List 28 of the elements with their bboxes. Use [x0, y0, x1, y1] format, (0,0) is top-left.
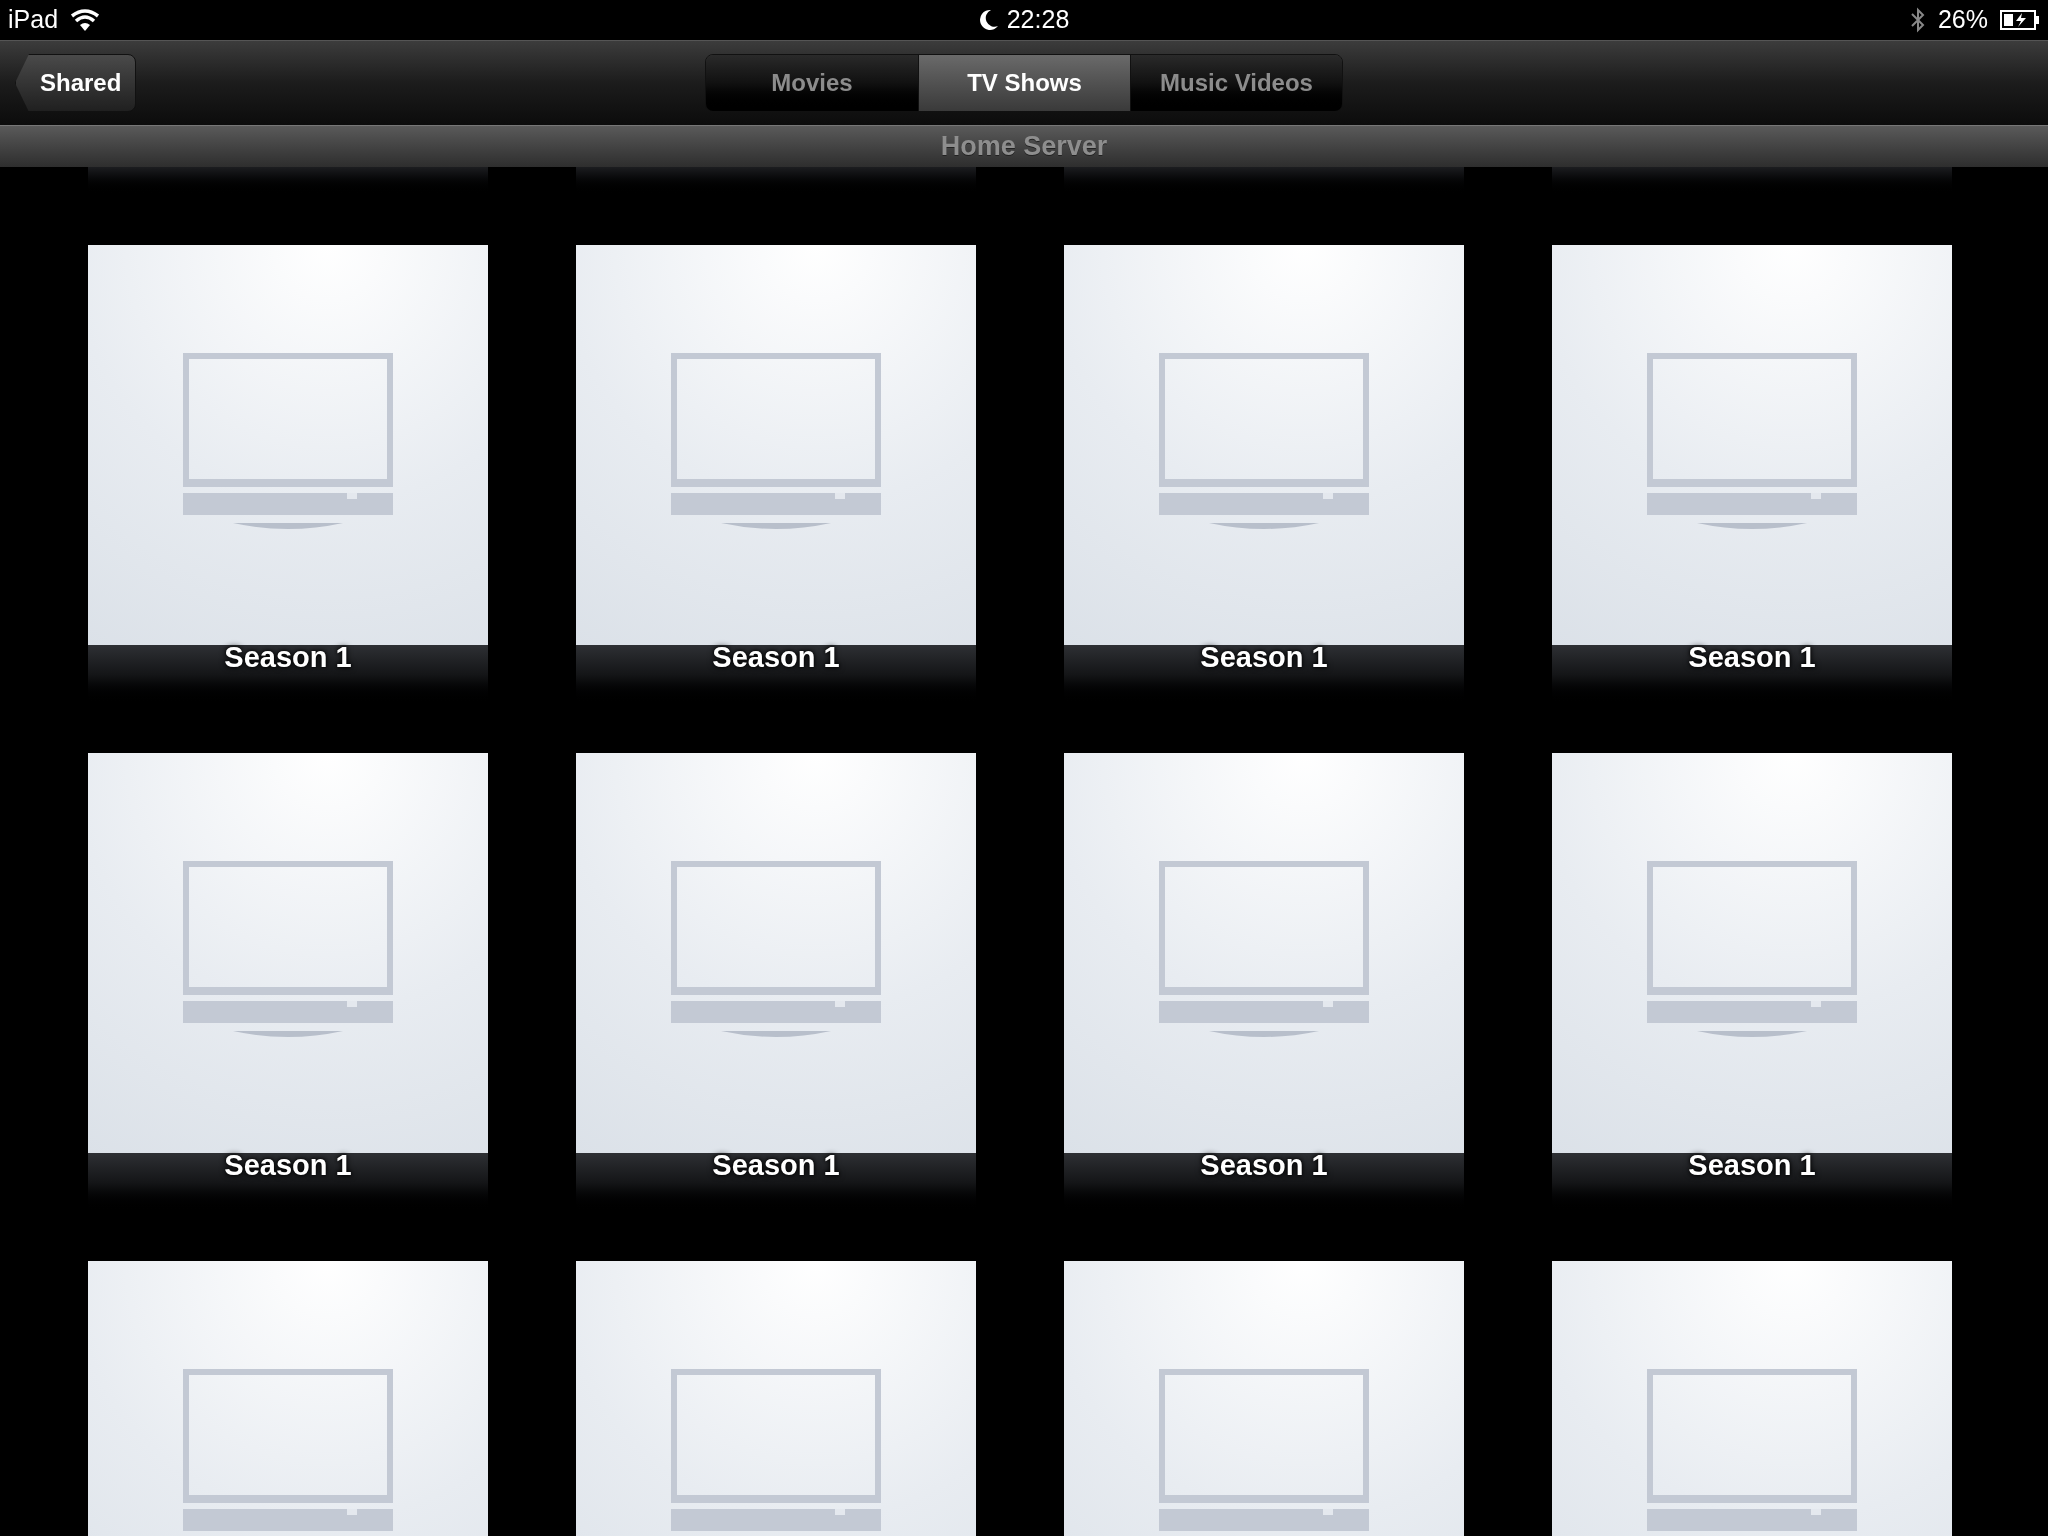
season-artwork[interactable] — [576, 245, 976, 645]
moon-icon — [978, 9, 999, 31]
segment-tab[interactable]: TV Shows — [918, 55, 1130, 111]
device-name: iPad — [8, 4, 59, 36]
segment-tab[interactable]: Music Videos — [1130, 55, 1342, 111]
bluetooth-icon — [1909, 7, 1926, 33]
clock-time: 22:28 — [1006, 4, 1070, 36]
season-artwork[interactable] — [88, 753, 488, 1153]
battery-icon — [2000, 10, 2040, 30]
season-artwork[interactable] — [1064, 245, 1464, 645]
season-artwork[interactable] — [1064, 753, 1464, 1153]
season-title: Season 1 — [1687, 643, 1817, 672]
battery-percent: 26% — [1937, 4, 1988, 36]
wifi-icon — [70, 9, 101, 31]
back-button[interactable]: Shared — [15, 54, 137, 112]
season-artwork[interactable] — [1552, 753, 1952, 1153]
segment-tab[interactable]: Movies — [706, 55, 918, 111]
season-artwork[interactable] — [576, 753, 976, 1153]
season-title: Season 1 — [223, 1151, 353, 1180]
season-title: Season 1 — [1199, 643, 1329, 672]
season-title: Season 1 — [223, 643, 353, 672]
season-title: Season 1 — [711, 643, 841, 672]
season-title: Season 1 — [711, 1151, 841, 1180]
season-artwork[interactable] — [88, 245, 488, 645]
season-title: Season 1 — [1199, 1151, 1329, 1180]
library-title: Home Server — [940, 130, 1108, 164]
season-title: Season 1 — [1687, 1151, 1817, 1180]
season-artwork[interactable] — [1552, 245, 1952, 645]
